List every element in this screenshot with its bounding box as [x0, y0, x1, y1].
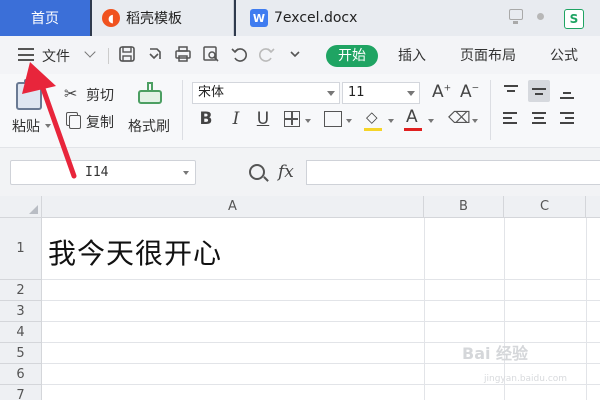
spreadsheet-tab-letter: S — [569, 12, 579, 26]
cell-style-dropdown-icon[interactable] — [346, 119, 352, 123]
watermark-url: jingyan.baidu.com — [484, 374, 568, 384]
font-color-bar — [404, 128, 422, 131]
print-icon[interactable] — [173, 45, 193, 65]
column-header-d[interactable] — [586, 196, 600, 218]
align-middle-icon[interactable] — [528, 80, 550, 102]
column-header-b[interactable]: B — [424, 196, 504, 218]
divider — [108, 48, 109, 64]
export-icon[interactable] — [145, 45, 165, 65]
name-box-dropdown-icon[interactable] — [183, 171, 189, 175]
name-box[interactable]: I14 — [10, 160, 196, 185]
save-icon[interactable] — [117, 45, 137, 65]
cut-button[interactable]: 剪切 — [86, 85, 114, 105]
customize-toolbar-icon[interactable] — [285, 45, 305, 65]
spreadsheet-icon[interactable]: S — [564, 9, 584, 29]
zoom-icon[interactable] — [249, 164, 265, 180]
italic-button[interactable]: I — [226, 109, 246, 129]
borders-dropdown-icon[interactable] — [305, 119, 311, 123]
tab-page-layout[interactable]: 页面布局 — [460, 45, 516, 67]
font-name-select[interactable]: 宋体 — [192, 82, 340, 104]
hamburger-menu-icon[interactable] — [18, 48, 34, 61]
group-divider — [490, 80, 491, 140]
table-row[interactable] — [42, 280, 600, 301]
bold-button[interactable]: B — [196, 109, 216, 129]
word-doc-icon: W — [250, 9, 268, 27]
increase-font-icon[interactable]: A+ — [432, 82, 451, 102]
cell-a1[interactable]: 我今天很开心 — [48, 232, 222, 272]
tab-insert[interactable]: 插入 — [398, 45, 426, 67]
underline-button[interactable]: U — [253, 109, 273, 129]
scissors-icon[interactable]: ✂ — [64, 84, 77, 103]
tab-daoke-label: 稻壳模板 — [126, 11, 182, 27]
column-header-a[interactable]: A — [42, 196, 424, 218]
cell-style-icon[interactable] — [324, 111, 342, 127]
tab-formulas[interactable]: 公式 — [550, 45, 578, 67]
tab-home-label: 首页 — [31, 11, 59, 27]
fill-color-bar — [364, 128, 382, 131]
row-header-6[interactable]: 6 — [0, 364, 42, 385]
ribbon-toolbar: 粘贴 ✂ 剪切 复制 格式刷 宋体 11 A+ A− B I U ◇ A ⌫ — [0, 74, 600, 148]
watermark-logo: Bai 经验 — [462, 344, 529, 363]
formula-input[interactable] — [306, 160, 600, 185]
row-header-3[interactable]: 3 — [0, 301, 42, 322]
paste-button[interactable]: 粘贴 — [12, 116, 40, 136]
row-header-1[interactable]: 1 — [0, 218, 42, 280]
print-preview-icon[interactable] — [201, 45, 221, 65]
font-name-value: 宋体 — [198, 85, 225, 100]
group-divider — [182, 80, 183, 140]
column-gridline — [586, 218, 587, 400]
paste-icon[interactable] — [16, 79, 42, 110]
fill-color-dropdown-icon[interactable] — [388, 119, 394, 123]
copy-icon[interactable] — [66, 112, 81, 129]
font-color-icon[interactable]: A — [406, 107, 418, 127]
tab-word-label: 7excel.docx — [274, 10, 358, 26]
fx-icon[interactable]: fx — [278, 162, 294, 182]
select-all-corner[interactable] — [0, 196, 42, 218]
font-color-dropdown-icon[interactable] — [428, 119, 434, 123]
table-row[interactable] — [42, 301, 600, 322]
format-painter-button[interactable]: 格式刷 — [128, 116, 170, 136]
tab-start[interactable]: 开始 — [326, 45, 378, 67]
row-header-4[interactable]: 4 — [0, 322, 42, 343]
redo-icon[interactable] — [257, 45, 277, 65]
fill-bucket-icon[interactable]: ◇ — [366, 108, 378, 126]
decrease-font-icon[interactable]: A− — [460, 82, 479, 102]
file-menu[interactable]: 文件 — [42, 46, 70, 66]
spreadsheet-grid: A B C 1 2 3 4 5 6 7 我今天很开心 — [0, 196, 600, 400]
row-header-7[interactable]: 7 — [0, 385, 42, 400]
status-dot-icon — [537, 13, 544, 20]
formula-bar: I14 fx — [0, 148, 600, 196]
format-painter-icon[interactable] — [138, 82, 162, 110]
row-header-2[interactable]: 2 — [0, 280, 42, 301]
align-left-icon[interactable] — [500, 108, 522, 130]
monitor-icon[interactable] — [509, 9, 523, 24]
row-header-5[interactable]: 5 — [0, 343, 42, 364]
eraser-icon[interactable]: ⌫ — [448, 108, 471, 127]
tab-word-document[interactable]: W 7excel.docx — [236, 0, 554, 36]
clear-dropdown-icon[interactable] — [472, 119, 478, 123]
align-top-icon[interactable] — [500, 80, 522, 102]
column-header-c[interactable]: C — [504, 196, 586, 218]
copy-button[interactable]: 复制 — [86, 112, 114, 132]
paste-dropdown-icon[interactable] — [45, 124, 51, 128]
document-tab-bar: 首页 ◖ 稻壳模板 W 7excel.docx S — [0, 0, 600, 36]
align-center-icon[interactable] — [528, 108, 550, 130]
font-size-select[interactable]: 11 — [342, 82, 420, 104]
chevron-down-icon[interactable] — [84, 46, 96, 58]
column-gridline — [504, 218, 505, 400]
align-bottom-icon[interactable] — [556, 80, 578, 102]
menu-row: 文件 开始 插入 页面布局 公式 — [0, 36, 600, 74]
name-box-value: I14 — [85, 165, 109, 180]
daoke-icon: ◖ — [102, 9, 120, 27]
borders-icon[interactable] — [284, 111, 300, 127]
tab-home[interactable]: 首页 — [0, 0, 90, 36]
align-right-icon[interactable] — [556, 108, 578, 130]
tab-daoke-templates[interactable]: ◖ 稻壳模板 — [92, 0, 234, 36]
undo-icon[interactable] — [229, 45, 249, 65]
font-size-value: 11 — [348, 85, 365, 100]
column-gridline — [424, 218, 425, 400]
